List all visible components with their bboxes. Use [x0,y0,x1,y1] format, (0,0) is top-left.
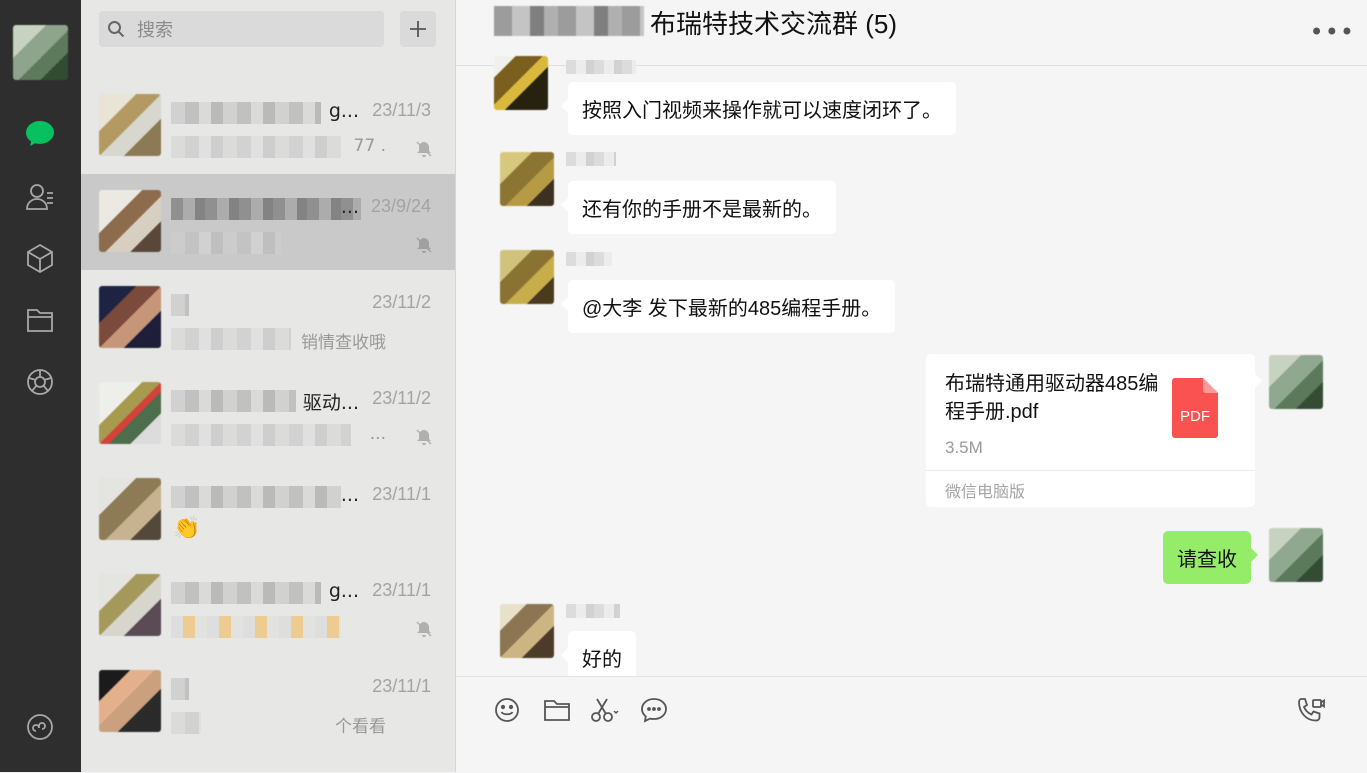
session-preview: 77 . [353,136,386,156]
mute-icon [415,236,433,258]
moments-icon[interactable] [24,366,56,398]
session-item[interactable]: ... 23/11/1 👏 [81,462,455,558]
session-avatar [99,670,161,732]
more-options-button[interactable]: ••• [1310,18,1355,46]
mute-icon [415,428,433,450]
session-preview: 个看看 [335,717,386,737]
session-name: g... [328,580,359,602]
file-size: 3.5M [945,438,983,457]
session-time: 23/11/1 [372,676,431,696]
my-avatar[interactable] [13,25,68,80]
file-message-card[interactable]: 布瑞特通用驱动器485编程手册.pdf 3.5M PDF 微信电脑版 [926,354,1262,507]
session-name: ... [340,196,359,218]
mute-icon [415,140,433,162]
my-message-avatar[interactable] [1269,528,1323,582]
mini-programs-icon[interactable] [24,711,56,743]
session-time: 23/9/24 [370,196,431,216]
session-preview: 销情查收哦 [301,333,386,353]
file-name: 布瑞特通用驱动器485编程手册.pdf [945,373,1159,423]
chat-header: 布瑞特技术交流群 (5) ••• [456,0,1367,66]
emoji-preview: 👏 [173,516,201,541]
session-avatar [99,382,161,444]
session-time: 23/11/2 [372,388,431,408]
session-list: g... 23/11/3 77 . ... 23/9/24 23/11/2 销情… [81,0,456,772]
session-name: g... [328,100,359,122]
left-rail [0,0,81,772]
message-bubble[interactable]: 按照入门视频来操作就可以速度闭环了。 [561,82,956,135]
sender-avatar[interactable] [494,56,548,110]
chat-icon[interactable] [24,118,56,150]
file-source-label: 微信电脑版 [945,482,1026,501]
session-avatar [99,574,161,636]
session-name: 驱动... [302,392,359,414]
pdf-file-icon: PDF [1172,378,1218,442]
add-chat-button[interactable] [400,11,436,47]
sender-nickname [566,252,612,266]
chat-history-icon[interactable] [637,693,671,727]
files-icon[interactable] [24,304,56,336]
mute-icon [415,620,433,642]
session-item[interactable]: 驱动... 23/11/2 ... [81,366,455,462]
sender-nickname [566,604,620,618]
session-preview: ... [369,424,386,444]
message-input[interactable] [486,733,1340,773]
sender-avatar[interactable] [500,152,554,206]
sender-avatar[interactable] [500,604,554,658]
message-bubble[interactable]: 还有你的手册不是最新的。 [561,181,836,234]
session-item[interactable]: 23/11/1 个看看 [81,654,455,750]
session-avatar [99,286,161,348]
search-box[interactable] [99,11,384,49]
contacts-icon[interactable] [24,181,56,213]
sender-nickname [566,60,636,74]
session-item[interactable]: 23/11/2 销情查收哦 [81,270,455,366]
session-time: 23/11/1 [372,484,431,504]
my-message-bubble[interactable]: 请查收 [1163,531,1258,584]
session-avatar [99,478,161,540]
svg-text:PDF: PDF [1180,408,1210,425]
message-bubble[interactable]: @大李 发下最新的485编程手册。 [560,280,896,333]
session-name: ... [340,484,359,506]
session-item-active[interactable]: ... 23/9/24 [81,174,455,270]
composer [456,676,1367,773]
voice-video-call-icon[interactable] [1294,693,1328,727]
search-input[interactable] [135,11,379,49]
session-time: 23/11/1 [372,580,431,600]
chat-pane: 布瑞特技术交流群 (5) ••• 按照入门视频来操作就可以速度闭环了。 还有你的… [456,0,1367,773]
session-avatar [99,94,161,156]
scissors-icon[interactable] [588,693,622,727]
session-avatar [99,190,161,252]
session-time: 23/11/3 [372,100,431,120]
title-redacted [494,6,644,36]
my-message-avatar[interactable] [1269,355,1323,409]
search-icon [107,20,125,42]
folder-icon[interactable] [540,693,574,727]
chat-title: 布瑞特技术交流群 (5) [650,9,898,39]
session-item[interactable]: g... 23/11/1 [81,558,455,654]
emoji-icon[interactable] [490,693,524,727]
sender-avatar[interactable] [500,250,554,304]
session-item[interactable]: g... 23/11/3 77 . [81,78,455,174]
favorites-icon[interactable] [24,242,56,274]
session-time: 23/11/2 [372,292,431,312]
sender-nickname [566,152,616,166]
message-bubble[interactable]: 好的 [561,631,636,678]
